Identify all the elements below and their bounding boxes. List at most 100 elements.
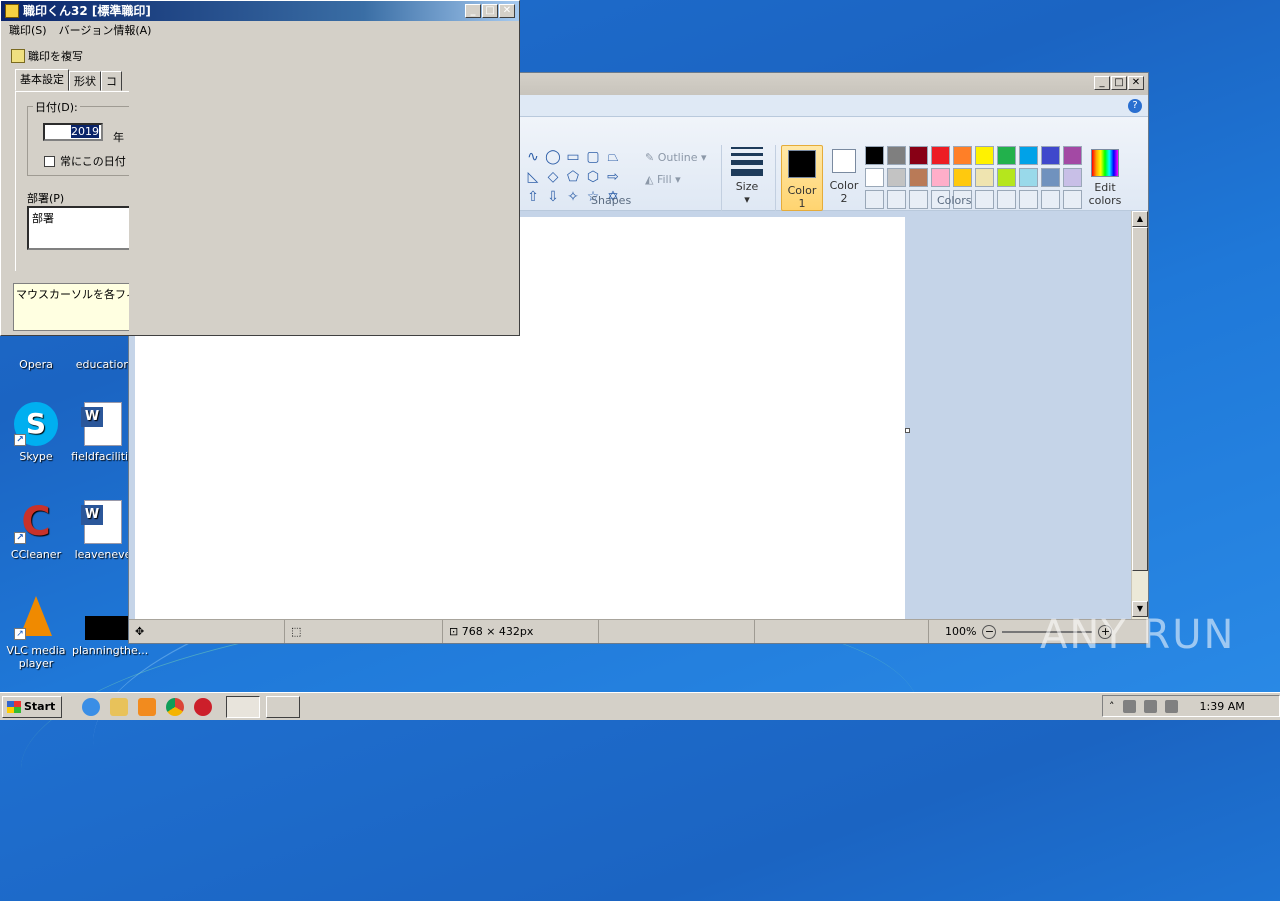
oval-shape-icon[interactable]: ◯ — [543, 147, 563, 167]
fill-button[interactable]: ◭ Fill ▾ — [645, 169, 707, 191]
color1-button[interactable]: Color 1 — [781, 145, 823, 211]
tray-expand-icon[interactable]: ˄ — [1109, 700, 1115, 713]
outline-button[interactable]: ✎ Outline ▾ — [645, 147, 707, 169]
edit-colors-button[interactable]: Edit colors — [1085, 149, 1125, 207]
desktop-icon-label: Opera — [19, 358, 53, 371]
tab-basic-settings[interactable]: 基本設定 — [15, 69, 69, 91]
palette-swatch[interactable] — [1019, 190, 1038, 209]
shortcut-arrow-icon: ↗ — [14, 434, 26, 446]
chrome-icon[interactable] — [166, 697, 185, 716]
department-input[interactable]: 部署 — [27, 206, 129, 250]
flag-icon[interactable] — [1164, 699, 1178, 713]
line-size-icon — [729, 147, 765, 176]
start-button[interactable]: Start — [2, 695, 63, 718]
up-arrow-shape-icon[interactable]: ⇧ — [523, 187, 543, 207]
palette-swatch[interactable] — [931, 168, 950, 187]
desktop-icon-skype[interactable]: S ↗ Skype — [1, 402, 71, 463]
internet-explorer-icon[interactable] — [82, 697, 101, 716]
always-date-checkbox[interactable]: 常にこの日付 — [44, 153, 126, 169]
menu-stamp[interactable]: 職印(S) — [9, 21, 47, 41]
vertical-scrollbar[interactable]: ▲ ▼ — [1131, 211, 1148, 619]
minimize-button[interactable]: _ — [465, 4, 481, 18]
checkbox-box[interactable] — [44, 155, 55, 167]
close-button[interactable]: ✕ — [1128, 76, 1144, 90]
palette-swatch[interactable] — [931, 146, 950, 165]
down-arrow-shape-icon[interactable]: ⇩ — [543, 187, 563, 207]
palette-swatch[interactable] — [887, 168, 906, 187]
media-player-icon[interactable] — [138, 697, 157, 716]
canvas-resize-handle[interactable] — [905, 428, 910, 433]
palette-swatch[interactable] — [975, 146, 994, 165]
curve-shape-icon[interactable]: ∿ — [523, 147, 543, 167]
zoom-out-icon[interactable]: − — [982, 624, 997, 639]
desktop-icon-ccleaner[interactable]: C ↗ CCleaner — [1, 500, 71, 561]
rounded-rectangle-shape-icon[interactable]: ▢ — [583, 147, 603, 167]
tab-shape[interactable]: 形状 — [69, 71, 101, 91]
color1-swatch — [788, 150, 816, 178]
palette-swatch[interactable] — [997, 190, 1016, 209]
network-icon[interactable] — [1122, 699, 1136, 713]
taskbar-paint-app[interactable] — [266, 695, 301, 718]
palette-swatch[interactable] — [887, 146, 906, 165]
color2-swatch — [832, 149, 856, 173]
hexagon-shape-icon[interactable]: ⬡ — [583, 167, 603, 187]
size-label: Size — [735, 180, 759, 193]
palette-swatch[interactable] — [1063, 190, 1082, 209]
palette-swatch[interactable] — [909, 146, 928, 165]
volume-icon[interactable] — [1143, 699, 1157, 713]
taskbar-stamp-app[interactable] — [226, 695, 261, 718]
palette-swatch[interactable] — [953, 146, 972, 165]
palette-swatch[interactable] — [975, 168, 994, 187]
color2-button[interactable]: Color 2 — [823, 145, 865, 211]
palette-swatch[interactable] — [1041, 146, 1060, 165]
palette-swatch[interactable] — [887, 190, 906, 209]
maximize-button[interactable]: □ — [1111, 76, 1127, 90]
copy-stamp-button[interactable]: 職印を複写 — [11, 48, 83, 64]
palette-swatch[interactable] — [997, 168, 1016, 187]
palette-swatch[interactable] — [1041, 190, 1060, 209]
palette-swatch[interactable] — [1063, 146, 1082, 165]
menu-version-info[interactable]: バージョン情報(A) — [59, 21, 152, 41]
color-palette[interactable] — [865, 146, 1084, 211]
pentagon-shape-icon[interactable]: ⬠ — [563, 167, 583, 187]
four-point-star-shape-icon[interactable]: ✧ — [563, 187, 583, 207]
right-arrow-shape-icon[interactable]: ⇨ — [603, 167, 623, 187]
palette-swatch[interactable] — [975, 190, 994, 209]
size-button[interactable]: Size ▾ — [729, 147, 765, 206]
opera-icon[interactable] — [194, 697, 213, 716]
rectangle-shape-icon[interactable]: ▭ — [563, 147, 583, 167]
palette-swatch[interactable] — [1019, 146, 1038, 165]
palette-swatch[interactable] — [953, 168, 972, 187]
palette-swatch[interactable] — [909, 168, 928, 187]
palette-swatch[interactable] — [1063, 168, 1082, 187]
close-button[interactable]: ✕ — [499, 4, 515, 18]
stamp-titlebar[interactable]: 職印くん32 [標準職印] _ □ ✕ — [1, 1, 519, 21]
help-icon[interactable]: ? — [1128, 99, 1142, 113]
year-suffix: 年 — [113, 131, 124, 144]
clock[interactable]: 1:39 AM — [1200, 700, 1245, 713]
stamp-app-window[interactable]: 職印くん32 [標準職印] _ □ ✕ 職印(S) バージョン情報(A) 職印を… — [0, 0, 520, 336]
right-triangle-shape-icon[interactable]: ◺ — [523, 167, 543, 187]
desktop-icon-label: VLC media player — [6, 644, 66, 670]
diamond-shape-icon[interactable]: ◇ — [543, 167, 563, 187]
palette-swatch[interactable] — [909, 190, 928, 209]
scroll-up-arrow-icon[interactable]: ▲ — [1132, 211, 1148, 227]
polygon-shape-icon[interactable]: ⏢ — [603, 147, 623, 167]
color2-label: Color 2 — [829, 179, 859, 205]
minimize-button[interactable]: _ — [1094, 76, 1110, 90]
palette-swatch[interactable] — [1041, 168, 1060, 187]
scrollbar-thumb[interactable] — [1132, 227, 1148, 571]
palette-swatch[interactable] — [865, 190, 884, 209]
quick-launch — [82, 697, 213, 716]
fill-label: Fill — [656, 173, 672, 186]
maximize-button[interactable]: □ — [482, 4, 498, 18]
palette-swatch[interactable] — [865, 168, 884, 187]
palette-swatch[interactable] — [865, 146, 884, 165]
palette-swatch[interactable] — [1019, 168, 1038, 187]
shortcut-arrow-icon: ↗ — [14, 532, 26, 544]
palette-swatch[interactable] — [997, 146, 1016, 165]
year-input[interactable]: 2019 — [43, 123, 103, 141]
tab-comment[interactable]: コ — [101, 71, 122, 91]
desktop-icon-vlc[interactable]: ↗ VLC media player — [1, 596, 71, 670]
folder-icon[interactable] — [110, 697, 129, 716]
